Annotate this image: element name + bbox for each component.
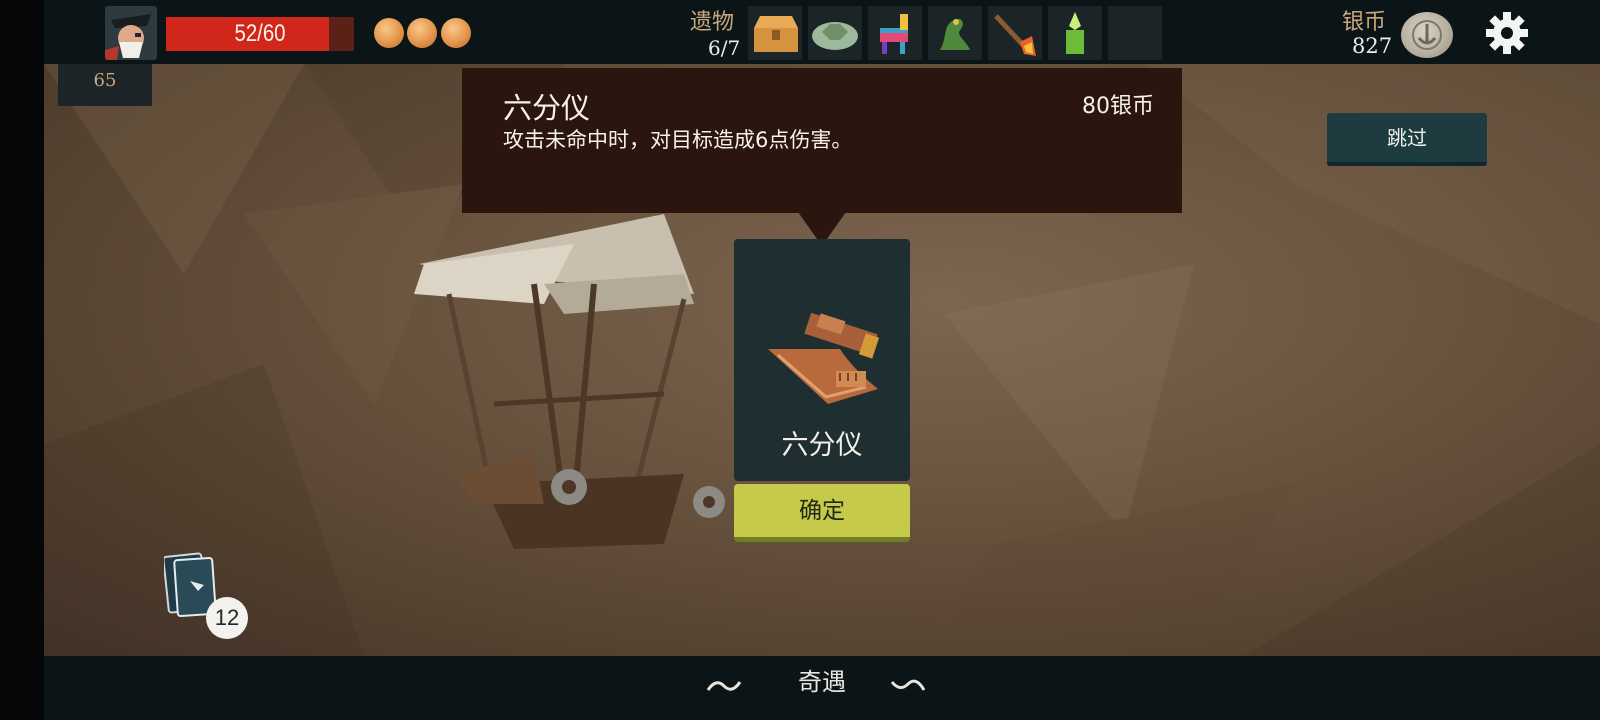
relic-slot[interactable] xyxy=(928,6,982,60)
left-letterbox xyxy=(0,0,44,720)
hero-portrait[interactable] xyxy=(105,6,157,60)
level-badge: 65 xyxy=(58,64,152,106)
energy-orb xyxy=(374,18,404,48)
relics-count: 6/7 xyxy=(708,36,741,60)
treasure-chest-icon xyxy=(754,16,798,52)
relic-tooltip: 六分仪 80银币 攻击未命中时，对目标造成6点伤害。 xyxy=(462,68,1182,213)
confirm-button[interactable]: 确定 xyxy=(734,484,910,542)
ornament-left-icon xyxy=(706,681,742,691)
health-text: 52/60 xyxy=(234,20,286,47)
silver-count: 827 xyxy=(1352,34,1393,58)
gear-icon xyxy=(1486,12,1528,54)
tooltip-description: 攻击未命中时，对目标造成6点伤害。 xyxy=(503,128,853,152)
tooltip-title: 六分仪 xyxy=(503,91,591,125)
green-dragon-icon xyxy=(940,18,970,50)
turtle-shell-icon xyxy=(812,22,858,50)
relic-card-name: 六分仪 xyxy=(781,430,863,461)
relic-slot[interactable] xyxy=(748,6,802,60)
bottom-bar: 奇遇 xyxy=(44,656,1600,720)
deck-button[interactable]: 12 xyxy=(162,551,254,641)
relics-label: 遗物 xyxy=(690,10,735,35)
pinata-icon xyxy=(880,14,908,54)
torch-icon xyxy=(994,14,1036,56)
location-title: 奇遇 xyxy=(798,668,846,696)
ornament-right-icon xyxy=(890,679,926,691)
glider-wreck-illustration xyxy=(414,214,725,549)
relic-slot[interactable] xyxy=(808,6,862,60)
health-bar: 52/60 xyxy=(166,17,354,51)
pirate-captain-icon xyxy=(105,6,157,60)
skip-button[interactable]: 跳过 xyxy=(1327,113,1487,166)
relic-slot[interactable] xyxy=(988,6,1042,60)
sextant-icon xyxy=(768,312,880,404)
relic-slot[interactable] xyxy=(1048,6,1102,60)
energy-orb xyxy=(407,18,437,48)
relic-slot-empty xyxy=(1108,6,1162,60)
deck-count-badge: 12 xyxy=(206,597,248,639)
silver-coin-icon xyxy=(1401,12,1453,58)
green-candle-icon xyxy=(1066,12,1084,54)
relic-slot[interactable] xyxy=(868,6,922,60)
silver-label: 银币 xyxy=(1342,10,1387,35)
energy-orb xyxy=(441,18,471,48)
settings-button[interactable] xyxy=(1484,10,1530,56)
tooltip-price: 80银币 xyxy=(1082,94,1154,119)
relic-card[interactable]: 六分仪 xyxy=(734,239,910,481)
